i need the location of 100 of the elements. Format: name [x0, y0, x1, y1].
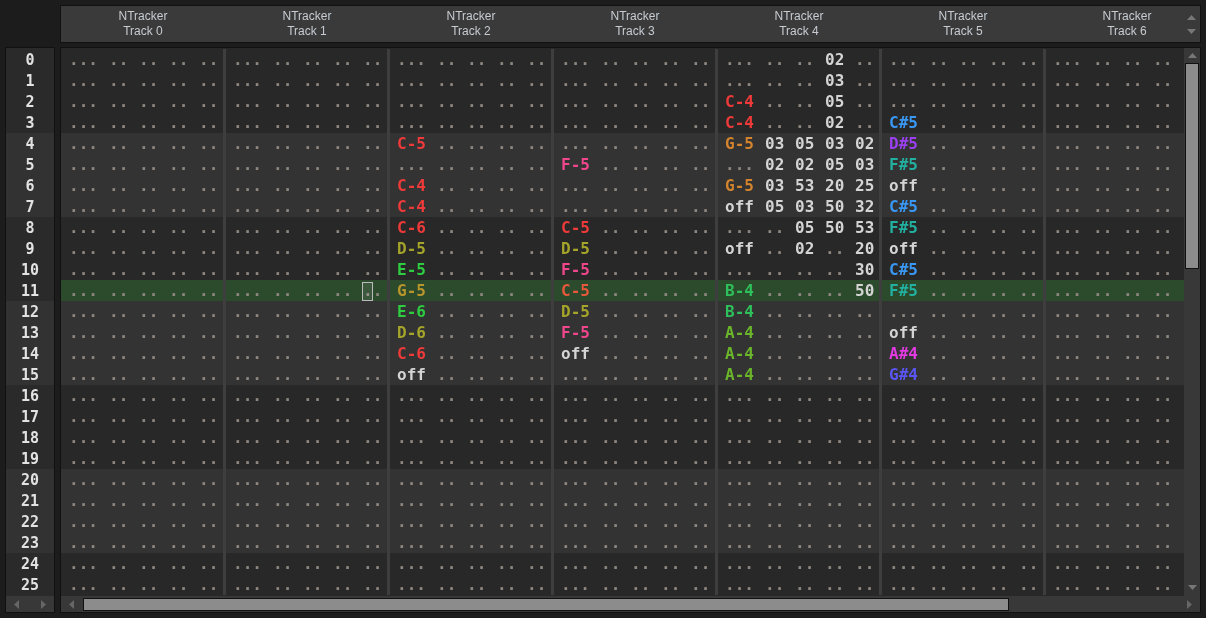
param-text[interactable]: ..: [199, 386, 219, 405]
param-text[interactable]: ..: [1019, 470, 1039, 489]
note-text[interactable]: ...: [397, 407, 427, 426]
param-text[interactable]: ..: [497, 533, 517, 552]
param-text[interactable]: ..: [333, 197, 353, 216]
note-text[interactable]: ...: [69, 344, 99, 363]
note-text[interactable]: ...: [1053, 449, 1083, 468]
param-text[interactable]: ..: [1123, 470, 1143, 489]
param-text[interactable]: ..: [199, 92, 219, 111]
param-text[interactable]: ..: [691, 512, 711, 531]
param-text[interactable]: ..: [273, 281, 293, 300]
note-text[interactable]: C-5: [397, 134, 427, 153]
param-text[interactable]: ..: [661, 176, 681, 195]
param-text[interactable]: ..: [601, 386, 621, 405]
param-text[interactable]: 03: [825, 71, 845, 90]
param-text[interactable]: ..: [661, 344, 681, 363]
param-text[interactable]: ..: [989, 50, 1009, 69]
note-text[interactable]: ...: [889, 71, 919, 90]
param-text[interactable]: ..: [303, 386, 323, 405]
param-text[interactable]: 50: [825, 218, 845, 237]
param-text[interactable]: ..: [1093, 449, 1113, 468]
param-text[interactable]: ..: [169, 365, 189, 384]
param-text[interactable]: ..: [1019, 344, 1039, 363]
param-text[interactable]: ..: [795, 428, 815, 447]
param-text[interactable]: ..: [959, 155, 979, 174]
param-text[interactable]: ..: [1153, 428, 1173, 447]
param-text[interactable]: ..: [527, 365, 547, 384]
param-text[interactable]: ..: [1123, 491, 1143, 510]
param-text[interactable]: ..: [929, 197, 949, 216]
param-text[interactable]: ..: [169, 281, 189, 300]
param-text[interactable]: ..: [303, 197, 323, 216]
param-text[interactable]: ..: [109, 323, 129, 342]
param-text[interactable]: ..: [527, 176, 547, 195]
param-text[interactable]: ..: [169, 239, 189, 258]
param-text[interactable]: ..: [661, 533, 681, 552]
param-text[interactable]: ..: [691, 428, 711, 447]
param-text[interactable]: ..: [691, 197, 711, 216]
param-text[interactable]: ..: [601, 323, 621, 342]
param-text[interactable]: ..: [631, 197, 651, 216]
param-text[interactable]: ..: [825, 512, 845, 531]
param-text[interactable]: ..: [333, 92, 353, 111]
param-text[interactable]: ..: [437, 575, 457, 594]
param-text[interactable]: ..: [527, 491, 547, 510]
note-text[interactable]: ...: [725, 554, 755, 573]
param-text[interactable]: ..: [601, 512, 621, 531]
param-text[interactable]: ..: [959, 365, 979, 384]
param-text[interactable]: ..: [363, 134, 383, 153]
param-text[interactable]: ..: [825, 554, 845, 573]
param-text[interactable]: ..: [437, 218, 457, 237]
param-text[interactable]: ..: [989, 239, 1009, 258]
param-text[interactable]: ..: [333, 71, 353, 90]
param-text[interactable]: ..: [1123, 449, 1143, 468]
param-text[interactable]: ..: [273, 134, 293, 153]
param-text[interactable]: ..: [691, 533, 711, 552]
param-text[interactable]: ..: [333, 449, 353, 468]
param-text[interactable]: ..: [989, 470, 1009, 489]
param-text[interactable]: 03: [825, 134, 845, 153]
param-text[interactable]: ..: [109, 113, 129, 132]
param-text[interactable]: ..: [437, 491, 457, 510]
param-text[interactable]: ..: [303, 323, 323, 342]
param-text[interactable]: ..: [1153, 512, 1173, 531]
note-text[interactable]: ...: [1053, 344, 1083, 363]
param-text[interactable]: ..: [1153, 470, 1173, 489]
param-text[interactable]: ..: [527, 281, 547, 300]
param-text[interactable]: ..: [139, 176, 159, 195]
param-text[interactable]: ..: [497, 92, 517, 111]
param-text[interactable]: ..: [1123, 554, 1143, 573]
param-text[interactable]: ..: [333, 470, 353, 489]
param-text[interactable]: ..: [139, 470, 159, 489]
note-text[interactable]: ...: [233, 302, 263, 321]
param-text[interactable]: ..: [631, 281, 651, 300]
note-text[interactable]: ...: [233, 281, 263, 300]
param-text[interactable]: ..: [199, 176, 219, 195]
param-text[interactable]: ..: [855, 575, 875, 594]
param-text[interactable]: ..: [527, 470, 547, 489]
note-text[interactable]: ...: [725, 71, 755, 90]
param-text[interactable]: ..: [1123, 344, 1143, 363]
param-text[interactable]: ..: [139, 428, 159, 447]
param-text[interactable]: ..: [303, 533, 323, 552]
param-text[interactable]: ..: [109, 239, 129, 258]
param-text[interactable]: ..: [527, 428, 547, 447]
param-text[interactable]: ..: [855, 407, 875, 426]
param-text[interactable]: ..: [691, 575, 711, 594]
note-text[interactable]: ...: [889, 512, 919, 531]
note-text[interactable]: ...: [397, 491, 427, 510]
param-text[interactable]: 03: [855, 155, 875, 174]
param-text[interactable]: ..: [169, 260, 189, 279]
note-text[interactable]: A-4: [725, 365, 755, 384]
param-text[interactable]: ..: [467, 92, 487, 111]
param-text[interactable]: 50: [825, 197, 845, 216]
param-text[interactable]: ..: [691, 155, 711, 174]
param-text[interactable]: ..: [273, 50, 293, 69]
param-text[interactable]: ..: [795, 512, 815, 531]
param-text[interactable]: ..: [199, 449, 219, 468]
param-text[interactable]: ..: [1153, 155, 1173, 174]
param-text[interactable]: ..: [497, 575, 517, 594]
param-text[interactable]: ..: [467, 176, 487, 195]
param-text[interactable]: ..: [109, 218, 129, 237]
param-text[interactable]: ..: [691, 365, 711, 384]
param-text[interactable]: ..: [497, 197, 517, 216]
